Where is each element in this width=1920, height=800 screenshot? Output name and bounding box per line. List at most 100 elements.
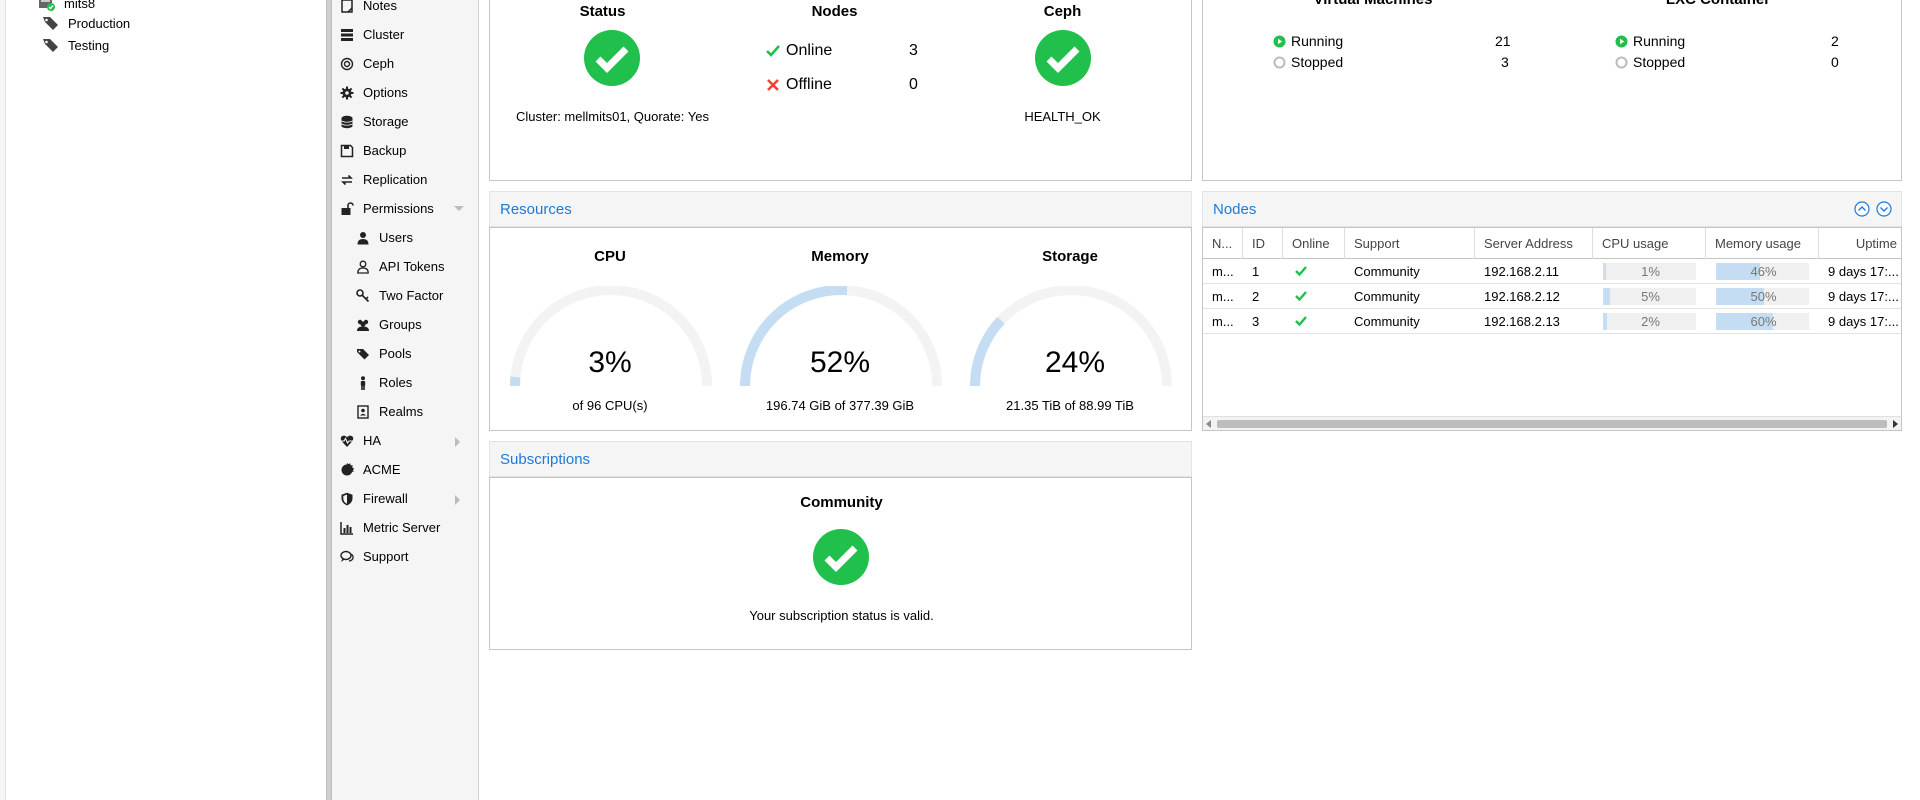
floppy-icon xyxy=(340,144,354,158)
usage-bar-text: 60% xyxy=(1750,314,1777,329)
column-header[interactable]: CPU usage xyxy=(1593,228,1706,259)
menu-item-groups[interactable]: Groups xyxy=(332,310,478,339)
stopped-circle-icon xyxy=(1615,56,1628,69)
node-memory-cell: 46% xyxy=(1706,259,1819,284)
usage-bar: 60% xyxy=(1716,313,1809,330)
key-icon xyxy=(356,288,370,303)
cpu-percent: 3% xyxy=(588,346,632,379)
tree-item-label: Production xyxy=(68,15,131,31)
menu-item-label: Support xyxy=(363,549,409,564)
node-uptime-cell: 9 days 17:... xyxy=(1828,314,1899,329)
vm-stopped-count: 3 xyxy=(1501,54,1509,70)
health-panel: Status Cluster: mellmits01, Quorate: Yes… xyxy=(489,0,1192,181)
grid-header: N... ID Online Support Server Address CPU usa… xyxy=(1203,228,1901,259)
lxc-stopped-label: Stopped xyxy=(1633,54,1686,70)
column-header[interactable]: N... xyxy=(1203,228,1243,259)
check-circle-icon xyxy=(584,30,640,86)
replication-icon xyxy=(340,173,354,187)
menu-item-ha[interactable]: HA xyxy=(332,426,478,455)
node-cpu-cell: 2% xyxy=(1593,309,1706,334)
menu-item-api-tokens[interactable]: API Tokens xyxy=(332,252,478,281)
vm-running-label: Running xyxy=(1291,33,1344,49)
memory-title: Memory xyxy=(811,248,869,265)
menu-item-users[interactable]: Users xyxy=(332,223,478,252)
usage-bar-text: 50% xyxy=(1750,289,1777,304)
nodes-panel: Nodes N... ID Online Support Server Address C… xyxy=(1202,191,1902,431)
tag-icon xyxy=(42,37,60,53)
vm-running-row: Running 21 xyxy=(1273,33,1511,51)
subscriptions-body: Community Your subscription status is va… xyxy=(489,477,1192,650)
tree-item-label: Testing xyxy=(68,37,110,53)
column-header[interactable]: Online xyxy=(1283,228,1345,259)
caret-down-icon[interactable] xyxy=(454,205,464,213)
node-cpu-cell: 5% xyxy=(1593,284,1706,309)
menu-item-support[interactable]: Support xyxy=(332,542,478,571)
node-address-cell: 192.168.2.11 xyxy=(1484,264,1559,279)
table-row[interactable]: m... 1 Community 192.168.2.11 1% 46% 9 days 17… xyxy=(1203,259,1901,284)
menu-item-cluster[interactable]: Cluster xyxy=(332,20,478,49)
tree-item-pool[interactable]: Testing xyxy=(42,34,109,56)
column-header[interactable]: ID xyxy=(1243,228,1283,259)
menu-item-label: Options xyxy=(363,85,408,100)
node-address-cell: 192.168.2.12 xyxy=(1484,289,1560,304)
menu-item-label: ACME xyxy=(363,462,401,477)
column-header[interactable]: Uptime xyxy=(1819,228,1901,259)
menu-item-storage[interactable]: Storage xyxy=(332,107,478,136)
table-row[interactable]: m... 2 Community 192.168.2.12 5% 50% 9 days 17… xyxy=(1203,284,1901,309)
table-row[interactable]: m... 3 Community 192.168.2.13 2% 60% 9 days 17… xyxy=(1203,309,1901,334)
node-online-cell xyxy=(1283,259,1345,284)
play-circle-icon xyxy=(1615,35,1628,48)
memory-percent: 52% xyxy=(809,346,871,379)
gear-icon xyxy=(340,86,354,100)
menu-item-label: Firewall xyxy=(363,491,408,506)
grid-body: m... 1 Community 192.168.2.11 1% 46% 9 days 17… xyxy=(1203,259,1901,409)
menu-item-label: Roles xyxy=(379,375,413,390)
menu-item-permissions[interactable]: Permissions xyxy=(332,194,478,223)
guests-panel: Virtual Machines Running 21 Stopped 3 LX… xyxy=(1202,0,1902,181)
resource-tree[interactable]: mits8 Production Testing xyxy=(6,0,326,800)
column-header[interactable]: Server Address xyxy=(1475,228,1593,259)
stopped-circle-icon xyxy=(1273,56,1286,69)
column-header[interactable]: Memory usage xyxy=(1706,228,1819,259)
menu-item-notes[interactable]: Notes xyxy=(332,0,478,20)
menu-item-options[interactable]: Options xyxy=(332,78,478,107)
comments-icon xyxy=(340,550,354,564)
menu-item-label: Two Factor xyxy=(379,288,444,303)
usage-bar: 50% xyxy=(1716,288,1809,305)
cpu-detail: of 96 CPU(s) xyxy=(572,398,648,413)
expand-down-icon[interactable] xyxy=(1876,201,1892,217)
menu-item-replication[interactable]: Replication xyxy=(332,165,478,194)
menu-item-firewall[interactable]: Firewall xyxy=(332,484,478,513)
scroll-thumb[interactable] xyxy=(1217,420,1887,428)
check-icon xyxy=(1295,265,1307,277)
vm-stopped-label: Stopped xyxy=(1291,54,1344,70)
node-online-icon xyxy=(38,0,56,11)
menu-item-realms[interactable]: Realms xyxy=(332,397,478,426)
nodes-panel-title: Nodes xyxy=(1213,200,1257,218)
menu-item-ceph[interactable]: Ceph xyxy=(332,49,478,78)
scroll-right-arrow-icon[interactable] xyxy=(1891,420,1899,428)
caret-right-icon[interactable] xyxy=(454,436,462,447)
collapse-up-icon[interactable] xyxy=(1854,201,1870,217)
online-label: Online xyxy=(786,42,833,59)
scroll-left-arrow-icon[interactable] xyxy=(1205,420,1213,428)
menu-item-metric-server[interactable]: Metric Server xyxy=(332,513,478,542)
node-id-cell: 2 xyxy=(1252,289,1260,304)
shield-icon xyxy=(340,492,354,506)
menu-item-label: Pools xyxy=(379,346,412,361)
tree-item-pool[interactable]: Production xyxy=(42,12,130,34)
menu-item-pools[interactable]: Pools xyxy=(332,339,478,368)
resources-body: CPU 3% of 96 CPU(s) Memory 52% 196.74 Gi… xyxy=(489,227,1192,431)
subscriptions-header: Subscriptions xyxy=(489,441,1192,477)
menu-item-roles[interactable]: Roles xyxy=(332,368,478,397)
caret-right-icon[interactable] xyxy=(454,494,462,505)
menu-item-label: Replication xyxy=(363,172,428,187)
horizontal-scrollbar[interactable] xyxy=(1203,416,1901,430)
menu-item-label: Notes xyxy=(363,0,397,13)
menu-item-acme[interactable]: ACME xyxy=(332,455,478,484)
address-book-icon xyxy=(356,404,370,419)
menu-item-backup[interactable]: Backup xyxy=(332,136,478,165)
menu-item-two-factor[interactable]: Two Factor xyxy=(332,281,478,310)
column-header[interactable]: Support xyxy=(1345,228,1475,259)
resources-panel: Resources CPU 3% of 96 CPU(s) Memory 52%… xyxy=(489,191,1192,431)
